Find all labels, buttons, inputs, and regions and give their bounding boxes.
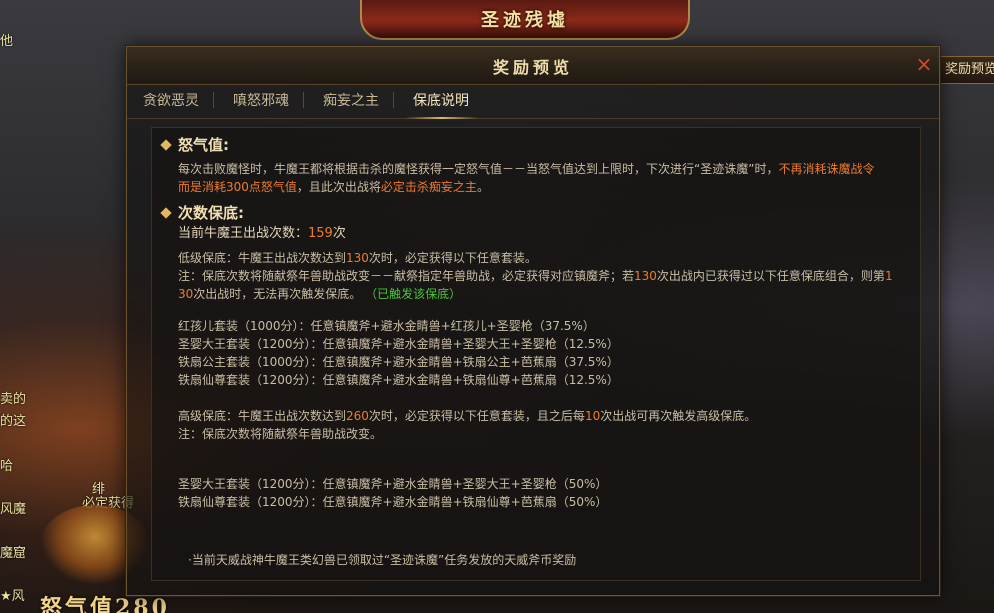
side-text-left-low: 哈 (0, 459, 14, 474)
low-pity-text-a: 低级保底：牛魔王出战次数达到 (178, 251, 347, 265)
side-text-left-low3: 魔窟 (0, 546, 27, 561)
rage-section-title: 怒气值: (160, 134, 910, 156)
tab-wrath-soul[interactable]: 嗔怒邪魂 (213, 90, 305, 118)
rage-title-text: 怒气值: (178, 136, 229, 154)
diamond-bullet-icon (160, 139, 172, 151)
side-text-left-mid: 卖的 (0, 392, 27, 407)
low-note-text-c: 次出战时，无法再次触发保底。 (193, 287, 362, 301)
diamond-bullet-icon (160, 207, 172, 219)
side-text-left-bottom: ★风 (0, 589, 25, 604)
battle-count-value: 159 (308, 226, 333, 241)
low-pity-rule: 低级保底：牛魔王出战次数达到130次时，必定获得以下任意套装。 (162, 249, 910, 267)
reward-preview-tab[interactable]: 奖励预览 (940, 56, 994, 84)
high-set-item: 铁扇仙尊套装（1200分）：任意镇魔斧+避水金睛兽+铁扇仙尊+芭蕉扇（50%） (178, 495, 608, 509)
rage-text-b-highlight: 而是消耗300点怒气值 (178, 180, 297, 194)
low-note-threshold2a: 1 (884, 269, 893, 283)
low-set-item: 圣婴大王套装（1200分）：任意镇魔斧+避水金睛兽+圣婴大王+圣婴枪（12.5%… (178, 337, 619, 351)
low-note-text-a: 注：保底次数将随献祭年兽助战改变－－献祭指定年兽助战，必定获得对应镇魔斧；若 (178, 269, 635, 283)
high-pity-interval: 10 (584, 409, 601, 423)
zone-title: 圣迹残墟 (481, 10, 569, 31)
battle-count-unit: 次 (332, 226, 346, 241)
rage-text-a-highlight: 不再消耗诛魔战令 (778, 162, 875, 176)
high-pity-rule: 高级保底：牛魔王出战次数达到260次时，必定获得以下任意套装，且之后每10次出战… (162, 407, 910, 425)
high-pity-threshold: 260 (346, 409, 369, 423)
battle-count-label: 当前牛魔王出战次数： (178, 226, 309, 241)
pity-content-panel: 怒气值: 每次击败魔怪时，牛魔王都将根据击杀的魔怪获得一定怒气值－－当怒气值达到… (151, 127, 921, 581)
rage-text-b-end: 。 (476, 180, 489, 194)
triggered-status-badge: （已触发该保底） (365, 287, 462, 301)
reward-preview-dialog: 奖励预览 × 贪欲恶灵 嗔怒邪魂 痴妄之主 保底说明 怒气值: 每次击败魔怪时，… (126, 46, 940, 596)
high-pity-text-b: 次时，必定获得以下任意套装，且之后每 (368, 409, 585, 423)
low-note-threshold: 130 (634, 269, 657, 283)
side-text-left-top: 他 (0, 34, 14, 49)
low-note-text-b: 次出战内已获得过以下任意保底组合，则第 (656, 269, 885, 283)
rage-description: 每次击败魔怪时，牛魔王都将根据击杀的魔怪获得一定怒气值－－当怒气值达到上限时，下… (162, 160, 910, 196)
low-set-item: 铁扇仙尊套装（1200分）：任意镇魔斧+避水金睛兽+铁扇仙尊+芭蕉扇（12.5%… (178, 373, 619, 387)
side-text-left-mid2: 的这 (0, 414, 27, 429)
pity-title-text: 次数保底: (178, 204, 244, 222)
rage-text-b-highlight2: 必定击杀痴妄之主 (380, 180, 477, 194)
zone-banner: 圣迹残墟 (360, 0, 690, 40)
rage-text-a: 每次击败魔怪时，牛魔王都将根据击杀的魔怪获得一定怒气值－－当怒气值达到上限时，下… (178, 162, 779, 176)
rage-text-b: ，且此次出战将 (296, 180, 381, 194)
tab-greed-spirit[interactable]: 贪欲恶灵 (135, 90, 215, 118)
pity-section-title: 次数保底: (160, 202, 910, 224)
high-pity-text-a: 高级保底：牛魔王出战次数达到 (178, 409, 347, 423)
footer-note: ·当前天威战神牛魔王类幻兽已领取过“圣迹诛魔”任务发放的天威斧币奖励 (188, 553, 577, 567)
tab-bar: 贪欲恶灵 嗔怒邪魂 痴妄之主 保底说明 (127, 85, 939, 119)
low-pity-note: 注：保底次数将随献祭年兽助战改变－－献祭指定年兽助战，必定获得对应镇魔斧；若13… (162, 267, 910, 303)
tab-delusion-lord[interactable]: 痴妄之主 (303, 90, 395, 118)
dialog-header: 奖励预览 × (127, 47, 939, 85)
dialog-title: 奖励预览 (492, 57, 573, 77)
high-set-item: 圣婴大王套装（1200分）：任意镇魔斧+避水金睛兽+圣婴大王+圣婴枪（50%） (178, 477, 608, 491)
high-pity-note: 注：保底次数将随献祭年兽助战改变。 (178, 427, 383, 441)
low-note-threshold2b: 30 (178, 287, 194, 301)
low-set-item: 铁扇公主套装（1000分）：任意镇魔斧+避水金睛兽+铁扇公主+芭蕉扇（37.5%… (178, 355, 619, 369)
close-icon[interactable]: × (915, 54, 933, 74)
side-text-left-low2: 风魔 (0, 502, 27, 517)
tab-pity-explanation[interactable]: 保底说明 (393, 90, 485, 119)
low-pity-text-b: 次时，必定获得以下任意套装。 (368, 251, 537, 265)
battle-count-line: 当前牛魔王出战次数：159次 (162, 225, 910, 243)
high-pity-text-c: 次出战可再次触发高级保底。 (600, 409, 757, 423)
low-pity-threshold: 130 (346, 251, 369, 265)
low-set-item: 红孩儿套装（1000分）：任意镇魔斧+避水金睛兽+红孩儿+圣婴枪（37.5%） (178, 319, 595, 333)
